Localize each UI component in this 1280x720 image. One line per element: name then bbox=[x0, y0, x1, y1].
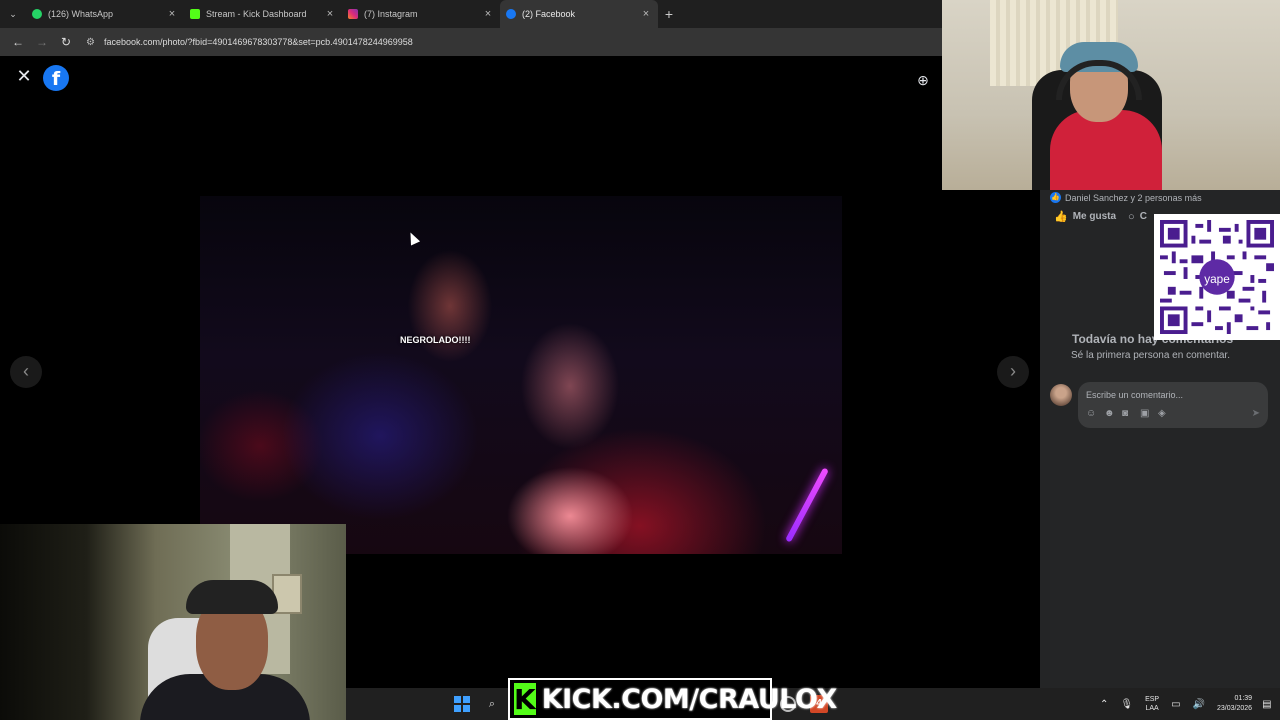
zoom-in-icon[interactable]: ⊕ bbox=[912, 69, 934, 91]
language-indicator[interactable]: ESP LAA bbox=[1145, 695, 1159, 713]
previous-photo-button[interactable]: ‹ bbox=[10, 356, 42, 388]
reload-icon[interactable]: ↻ bbox=[54, 30, 78, 54]
streamer-shirt bbox=[1050, 110, 1162, 190]
webcam-top-right bbox=[942, 0, 1280, 190]
clock-time: 01:39 bbox=[1234, 695, 1253, 702]
comment-bubble-icon: ○ bbox=[1128, 210, 1135, 223]
qr-brand-label: yape bbox=[1204, 273, 1230, 286]
close-tab-icon[interactable]: × bbox=[166, 8, 178, 20]
avatar-sticker-icon[interactable]: ☺ bbox=[1086, 408, 1104, 419]
tab-title: (7) Instagram bbox=[364, 9, 418, 19]
comment-input[interactable]: Escribe un comentario... ☺ ☻ ◙ ▣ ◈ ➤ bbox=[1078, 382, 1268, 428]
thumbs-up-icon: 👍 bbox=[1054, 211, 1068, 223]
url-text: facebook.com/photo/?fbid=490146967830377… bbox=[104, 37, 413, 47]
tab-whatsapp[interactable]: (126) WhatsApp × bbox=[26, 0, 184, 28]
webcam-bottom-left bbox=[0, 524, 346, 720]
comment-label: C bbox=[1139, 211, 1147, 222]
tab-title: (126) WhatsApp bbox=[48, 9, 114, 19]
network-icon[interactable]: ▭ bbox=[1171, 699, 1180, 710]
photo-image: NEGROLADO!!!! bbox=[200, 196, 842, 554]
send-icon[interactable]: ➤ bbox=[1252, 408, 1260, 419]
like-reaction-icon: 👍 bbox=[1050, 192, 1061, 203]
volume-icon[interactable]: 🔊 bbox=[1193, 699, 1205, 710]
comment-button[interactable]: ○ C bbox=[1128, 211, 1147, 223]
site-info-icon[interactable]: ⚙ bbox=[86, 37, 100, 48]
yape-qr-code: yape bbox=[1154, 214, 1280, 340]
instagram-icon bbox=[348, 9, 358, 19]
whatsapp-icon bbox=[32, 9, 42, 19]
notifications-icon[interactable]: ▤ bbox=[1262, 699, 1271, 710]
system-tray: ⌃ 🎙 ESP LAA ▭ 🔊 01:39 23/03/2026 ▤ bbox=[1100, 688, 1280, 720]
tab-title: Stream - Kick Dashboard bbox=[206, 9, 307, 19]
address-bar-row: ← → ↻ ⚙ facebook.com/photo/?fbid=4901469… bbox=[0, 28, 942, 56]
camera-icon[interactable]: ◙ bbox=[1122, 408, 1140, 419]
no-comments-subtitle: Sé la primera persona en comentar. bbox=[1071, 350, 1230, 361]
emoji-icon[interactable]: ☻ bbox=[1104, 408, 1122, 419]
close-tab-icon[interactable]: × bbox=[324, 8, 336, 20]
clock[interactable]: 01:39 23/03/2026 bbox=[1217, 694, 1252, 714]
kick-channel-banner: K KICK.COM/CRAULOX bbox=[508, 678, 837, 720]
like-button[interactable]: 👍 Me gusta bbox=[1054, 210, 1116, 223]
post-actions: 👍 Me gusta ○ C bbox=[1054, 210, 1159, 224]
search-icon[interactable]: ⌕ bbox=[484, 696, 500, 712]
tab-search-chevron-icon[interactable]: ⌄ bbox=[0, 0, 26, 28]
gif-icon[interactable]: ▣ bbox=[1140, 408, 1158, 419]
reactions-text: Daniel Sanchez y 2 personas más bbox=[1065, 192, 1202, 203]
forward-arrow-icon[interactable]: → bbox=[30, 30, 54, 54]
close-tab-icon[interactable]: × bbox=[482, 8, 494, 20]
kick-logo-icon: K bbox=[514, 683, 536, 716]
next-photo-button[interactable]: › bbox=[997, 356, 1029, 388]
reactions-summary[interactable]: 👍 Daniel Sanchez y 2 personas más bbox=[1050, 192, 1202, 203]
chevron-up-icon[interactable]: ⌃ bbox=[1100, 699, 1108, 710]
lang-code: ESP bbox=[1145, 696, 1160, 703]
sticker-icon[interactable]: ◈ bbox=[1158, 408, 1176, 419]
back-arrow-icon[interactable]: ← bbox=[6, 30, 30, 54]
avatar bbox=[1050, 384, 1072, 406]
windows-start-icon[interactable] bbox=[454, 696, 470, 712]
comment-composer: Escribe un comentario... ☺ ☻ ◙ ▣ ◈ ➤ bbox=[1050, 382, 1274, 432]
qr-code-icon: yape bbox=[1160, 220, 1274, 334]
new-tab-button[interactable]: + bbox=[658, 6, 680, 22]
photo-caption: NEGROLADO!!!! bbox=[400, 335, 471, 345]
comment-placeholder: Escribe un comentario... bbox=[1086, 390, 1184, 400]
facebook-logo-icon[interactable]: f bbox=[43, 65, 69, 91]
facebook-icon bbox=[506, 9, 516, 19]
url-field[interactable]: ⚙ facebook.com/photo/?fbid=4901469678303… bbox=[82, 31, 942, 53]
tab-kick-dashboard[interactable]: Stream - Kick Dashboard × bbox=[184, 0, 342, 28]
kick-channel-url: KICK.COM/CRAULOX bbox=[541, 683, 838, 715]
comment-tools: ☺ ☻ ◙ ▣ ◈ bbox=[1086, 408, 1176, 419]
tab-facebook[interactable]: (2) Facebook × bbox=[500, 0, 658, 28]
tab-title: (2) Facebook bbox=[522, 9, 576, 19]
cap bbox=[186, 580, 278, 614]
clock-date: 23/03/2026 bbox=[1217, 705, 1253, 712]
close-tab-icon[interactable]: × bbox=[640, 8, 652, 20]
microphone-icon[interactable]: 🎙 bbox=[1120, 699, 1133, 710]
tab-instagram[interactable]: (7) Instagram × bbox=[342, 0, 500, 28]
browser-tab-bar: ⌄ (126) WhatsApp × Stream - Kick Dashboa… bbox=[0, 0, 942, 28]
lang-region: LAA bbox=[1145, 705, 1159, 712]
neon-light bbox=[785, 467, 829, 543]
like-label: Me gusta bbox=[1072, 211, 1117, 222]
kick-icon bbox=[190, 9, 200, 19]
close-icon[interactable]: ✕ bbox=[14, 66, 34, 86]
